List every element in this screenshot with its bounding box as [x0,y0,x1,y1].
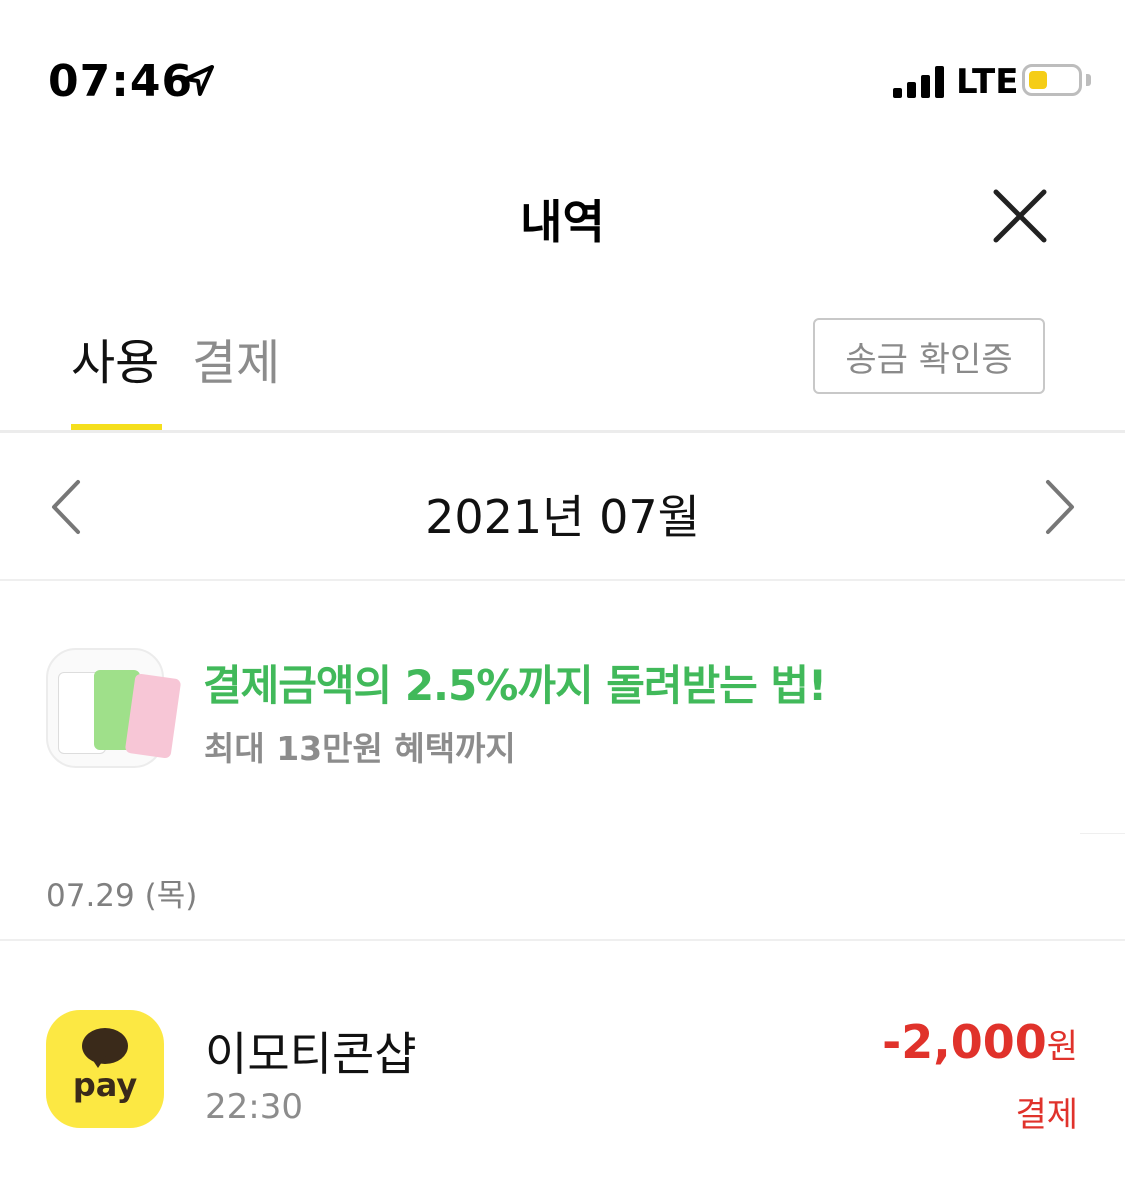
pay-logo-text: pay [72,1066,138,1104]
month-divider [0,579,1125,581]
tab-usage[interactable]: 사용 [71,323,159,393]
network-label: LTE [956,62,1019,102]
battery-icon [1022,64,1082,96]
tab-payment[interactable]: 결제 [192,323,280,393]
month-label: 2021년 07월 [425,490,700,544]
banner-divider [1080,833,1125,834]
transaction-amount: -2,000원 [882,1015,1078,1069]
location-arrow-icon [184,65,214,96]
amount-value: -2,000 [882,1015,1047,1069]
card-promo-icon[interactable] [46,648,182,768]
date-group-header: 07.29 (목) [46,878,198,914]
date-divider [0,939,1125,941]
banner-subtext: 최대 13만원 혜택까지 [204,729,516,768]
amount-unit: 원 [1046,1027,1078,1067]
transaction-time: 22:30 [205,1087,303,1127]
signal-icon [893,66,945,98]
banner-headline[interactable]: 결제금액의 2.5%까지 돌려받는 법! [203,652,827,713]
chevron-right-icon[interactable] [1040,478,1080,536]
page-title: 내역 [520,195,605,249]
transaction-type: 결제 [1015,1095,1078,1135]
status-time: 07:46 [48,56,194,107]
transfer-certificate-button[interactable]: 송금 확인증 [813,318,1045,394]
close-icon[interactable] [990,186,1050,246]
kakao-pay-logo: pay [46,1010,164,1128]
merchant-name[interactable]: 이모티콘샵 [205,1018,417,1084]
battery-tip [1086,74,1091,86]
tab-divider [0,430,1125,433]
pink-card-icon [124,673,182,759]
